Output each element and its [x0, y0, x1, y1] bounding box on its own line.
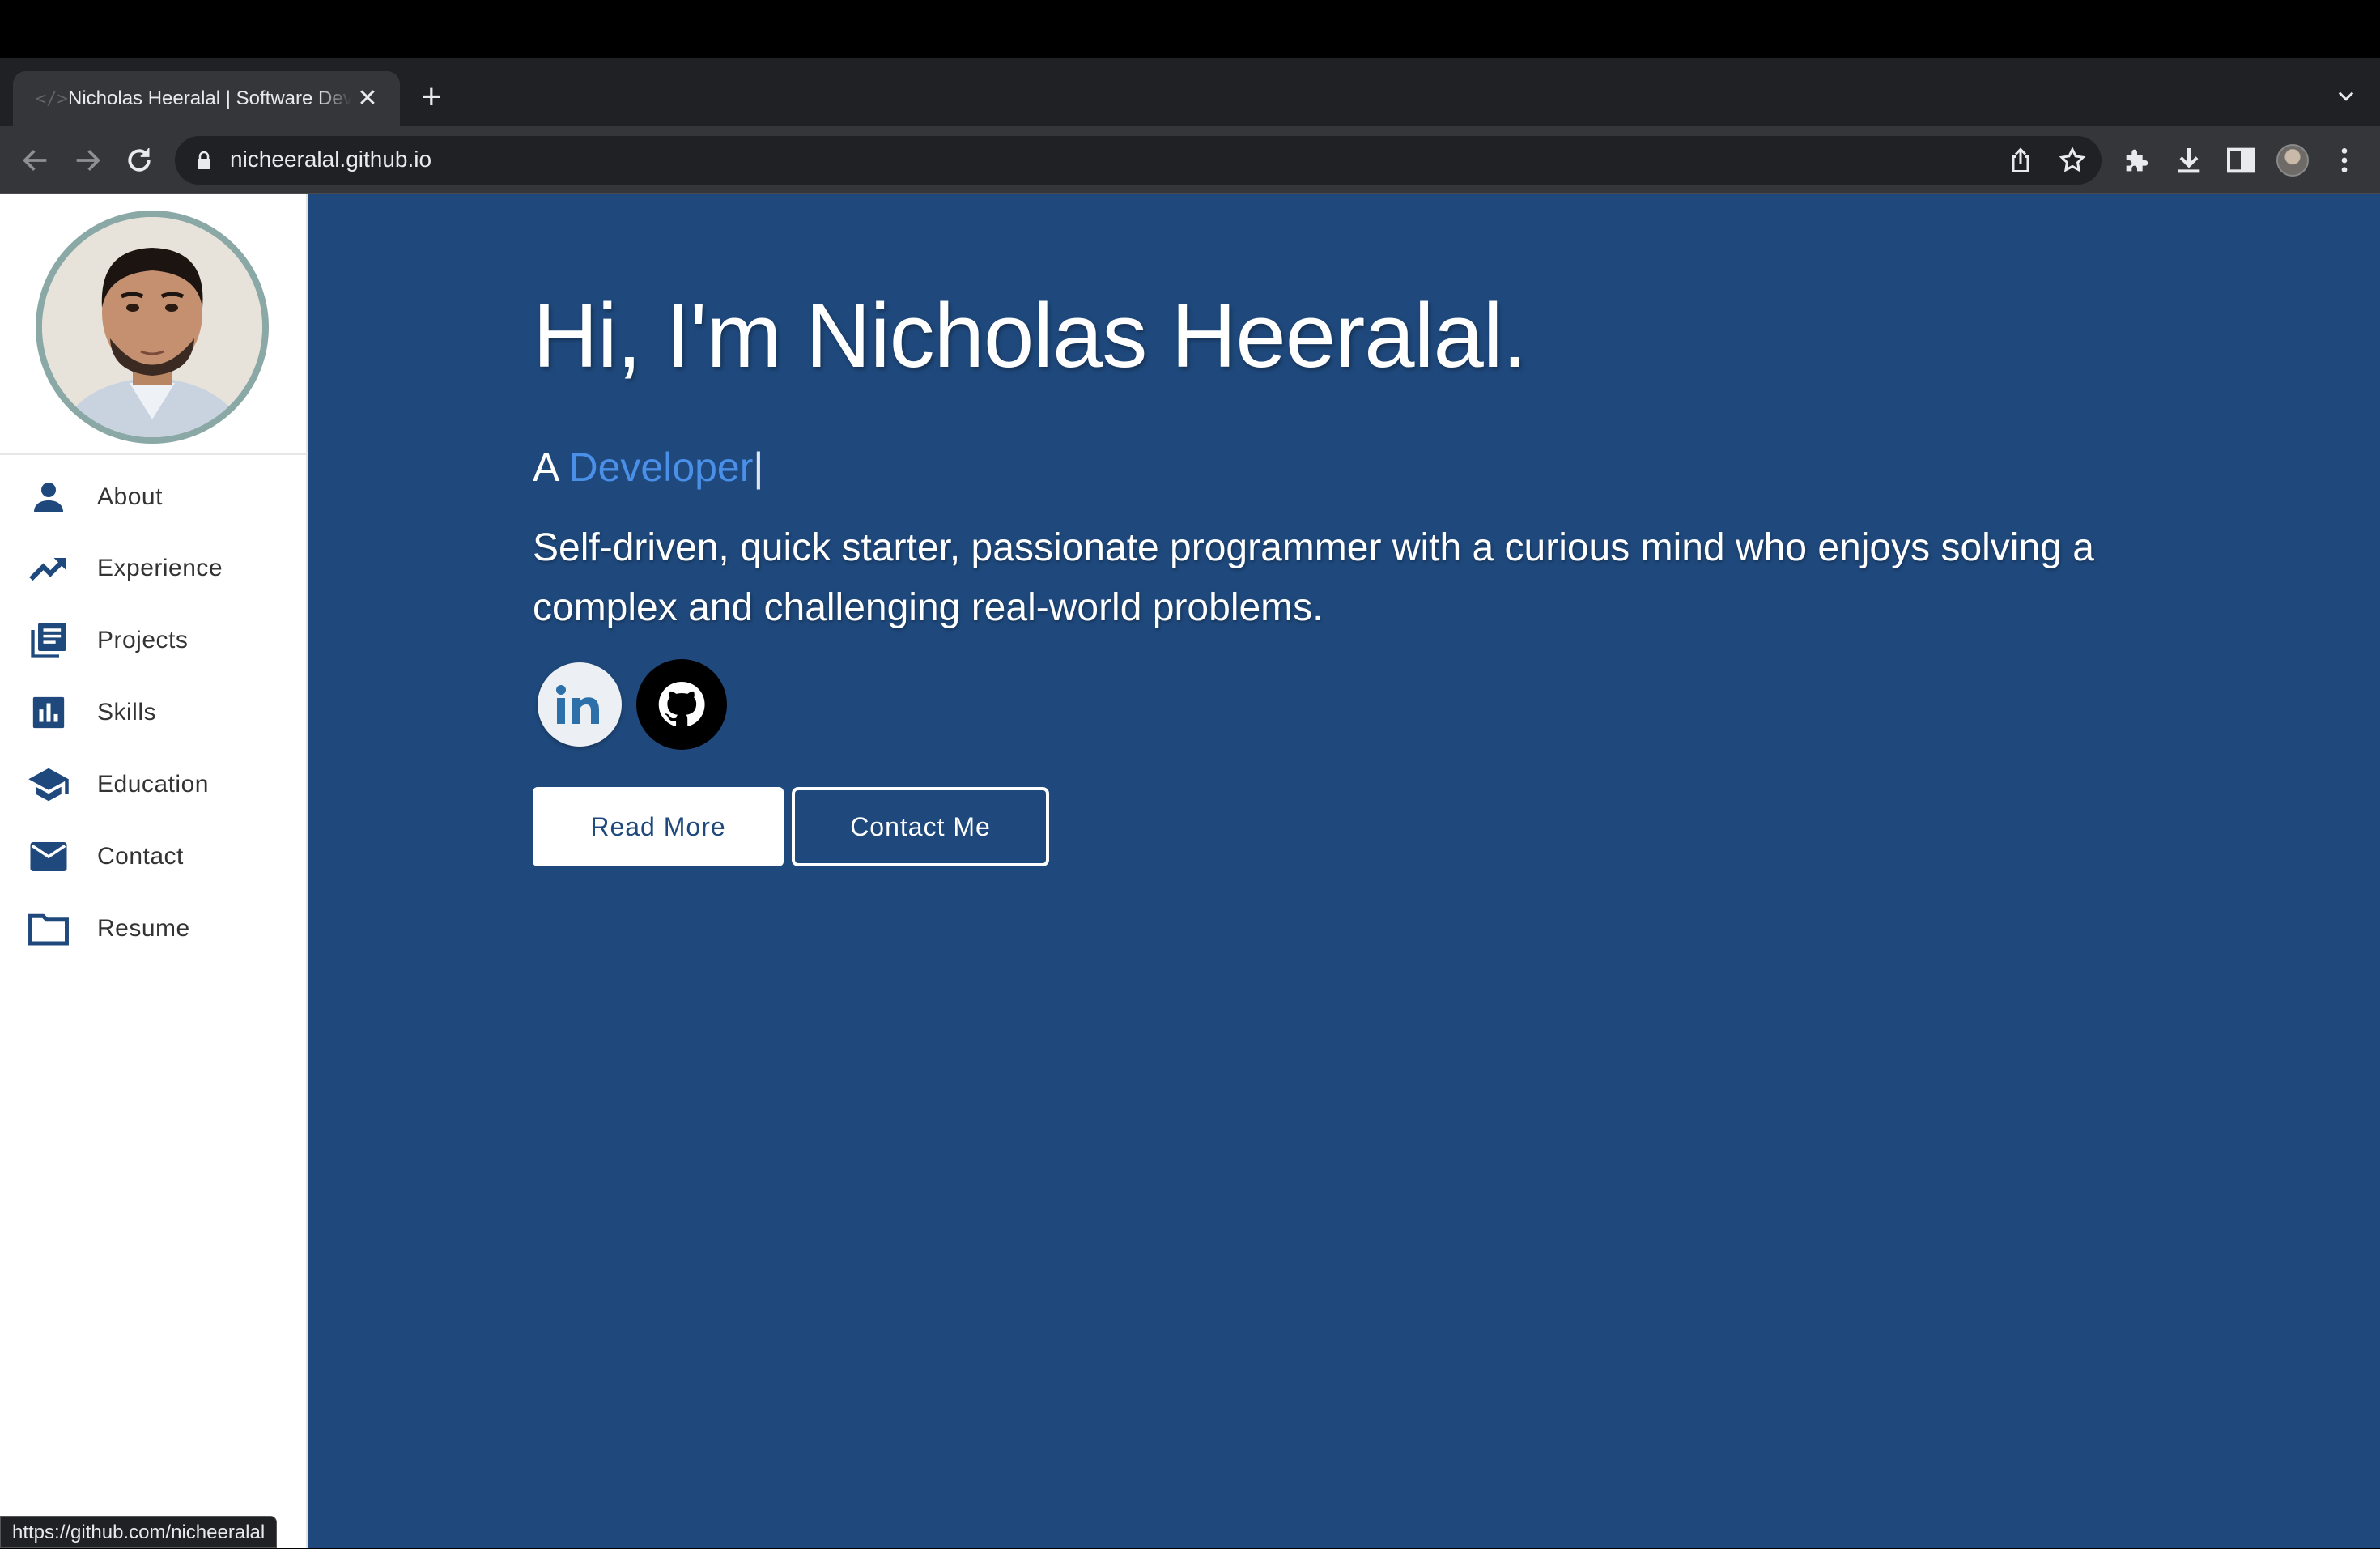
- folder-icon: [26, 906, 71, 951]
- tab-title: Nicholas Heeralal | Software Developer: [68, 87, 351, 109]
- sidebar-item-projects[interactable]: Projects: [0, 605, 306, 676]
- linkedin-icon: [556, 685, 599, 724]
- sidebar-item-label: Projects: [97, 627, 189, 653]
- sidebar-item-education[interactable]: Education: [0, 749, 306, 820]
- link-status-bubble: https://github.com/nicheeralal: [0, 1516, 278, 1548]
- lock-icon[interactable]: [196, 151, 212, 170]
- sidebar: About Experience Projects Skills Educati…: [0, 194, 308, 1548]
- forward-arrow-icon[interactable]: [71, 144, 104, 177]
- hero-title: Hi, I'm Nicholas Heeralal.: [533, 285, 1528, 386]
- sidebar-item-experience[interactable]: Experience: [0, 533, 306, 604]
- share-icon[interactable]: [2006, 146, 2035, 175]
- sidebar-divider: [0, 453, 308, 455]
- address-bar[interactable]: [175, 136, 2102, 185]
- new-tab-button[interactable]: +: [421, 79, 442, 115]
- contact-me-button[interactable]: Contact Me: [792, 787, 1049, 866]
- role-typed-word: Developer: [568, 445, 754, 490]
- sidebar-item-contact[interactable]: Contact: [0, 821, 306, 892]
- person-icon: [26, 474, 71, 520]
- sidebar-item-skills[interactable]: Skills: [0, 677, 306, 748]
- menu-bar-area: [0, 0, 2380, 58]
- bookmark-star-icon[interactable]: [2058, 146, 2087, 175]
- page-viewport: About Experience Projects Skills Educati…: [0, 194, 2380, 1548]
- github-icon: [658, 681, 705, 726]
- close-tab-icon[interactable]: ✕: [351, 87, 384, 111]
- tab-strip: </> Nicholas Heeralal | Software Develop…: [0, 58, 2380, 126]
- download-icon[interactable]: [2173, 144, 2205, 177]
- trending-up-icon: [26, 546, 71, 591]
- role-prefix: A: [533, 445, 569, 490]
- read-more-button[interactable]: Read More: [533, 787, 784, 866]
- reload-icon[interactable]: [123, 144, 155, 177]
- active-tab[interactable]: </> Nicholas Heeralal | Software Develop…: [13, 71, 400, 126]
- sidebar-item-label: Experience: [97, 555, 223, 581]
- profile-photo: [36, 211, 269, 444]
- url-text[interactable]: nicheeralal.github.io: [230, 147, 431, 172]
- linkedin-link[interactable]: [538, 662, 622, 747]
- sidebar-item-resume[interactable]: Resume: [0, 893, 306, 964]
- person-portrait-icon: [42, 217, 262, 437]
- school-icon: [26, 762, 71, 807]
- sidebar-item-label: Contact: [97, 843, 184, 870]
- chevron-down-icon[interactable]: [2335, 84, 2357, 107]
- sidebar-item-about[interactable]: About: [0, 462, 306, 533]
- code-favicon-icon: </>: [36, 88, 68, 109]
- typing-cursor: |: [753, 445, 764, 490]
- bar-chart-icon: [26, 690, 71, 735]
- side-panel-icon[interactable]: [2225, 144, 2257, 177]
- profile-avatar[interactable]: [2276, 144, 2309, 177]
- hero-role: A Developer|: [533, 444, 763, 491]
- kebab-menu-icon[interactable]: [2328, 144, 2361, 177]
- hero-description: Self-driven, quick starter, passionate p…: [533, 526, 2094, 629]
- back-arrow-icon[interactable]: [19, 144, 52, 177]
- sidebar-item-label: About: [97, 483, 163, 510]
- sidebar-item-label: Skills: [97, 699, 157, 726]
- sidebar-item-label: Education: [97, 771, 209, 798]
- sidebar-item-label: Resume: [97, 915, 190, 942]
- github-link[interactable]: [636, 659, 727, 750]
- library-books-icon: [26, 618, 71, 663]
- mail-icon: [26, 834, 71, 879]
- extensions-puzzle-icon[interactable]: [2121, 144, 2153, 177]
